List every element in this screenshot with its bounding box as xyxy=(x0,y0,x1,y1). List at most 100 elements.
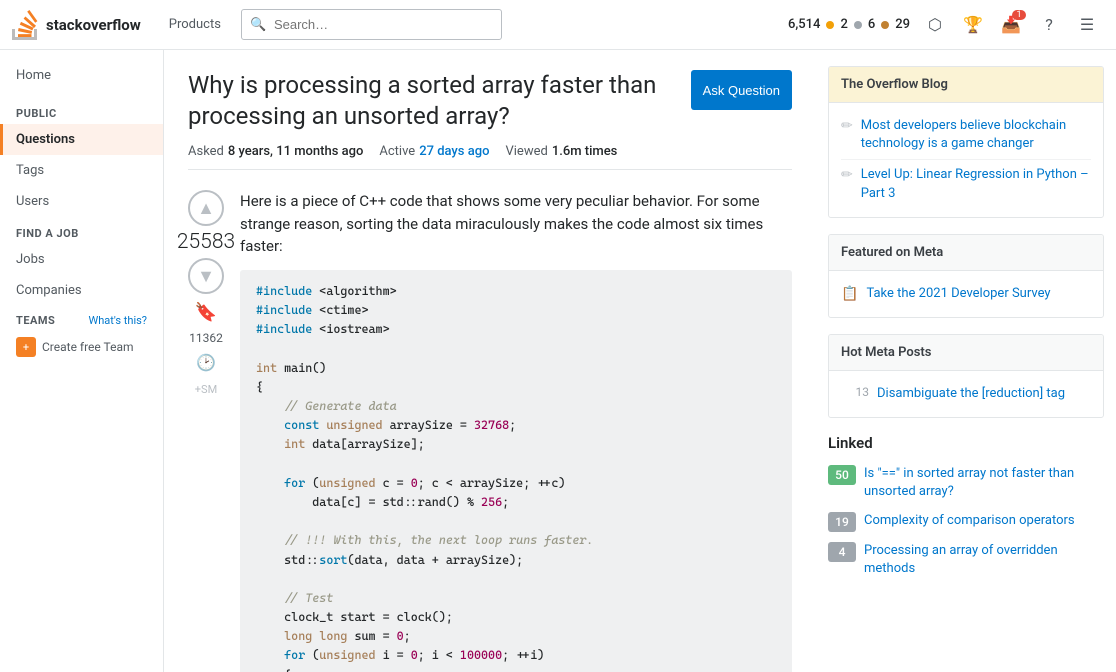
history-button[interactable]: 🕑 xyxy=(192,349,220,377)
sidebar-questions-label: Questions xyxy=(16,132,75,147)
logo[interactable]: stackoverflow xyxy=(12,10,141,40)
question-body: ▲ 25583 ▼ 🔖 11362 🕑 +SM Here is a piece … xyxy=(188,190,792,672)
bookmark-count: 11362 xyxy=(189,331,223,345)
overflow-blog-header: The Overflow Blog xyxy=(829,67,1103,103)
sidebar-item-jobs[interactable]: Jobs xyxy=(0,244,163,275)
featured-meta-header: Featured on Meta xyxy=(829,235,1103,271)
ask-question-button[interactable]: Ask Question xyxy=(691,70,792,110)
sidebar-jobs-label: Jobs xyxy=(16,252,45,267)
overflow-blog-body: ✏ Most developers believe blockchain tec… xyxy=(829,103,1103,217)
menu-icon[interactable]: ☰ xyxy=(1070,8,1104,42)
pencil-icon-0: ✏ xyxy=(841,118,853,134)
post-text: Here is a piece of C++ code that shows s… xyxy=(240,190,792,258)
sidebar-teams-label: TEAMS xyxy=(16,314,55,327)
question-header: Why is processing a sorted array faster … xyxy=(188,70,792,132)
linked-badge-2: 4 xyxy=(828,542,856,562)
inbox-badge: 1 xyxy=(1012,10,1026,20)
question-title: Why is processing a sorted array faster … xyxy=(188,70,675,132)
blog-item-text-0[interactable]: Most developers believe blockchain techn… xyxy=(861,117,1091,153)
achievements-icon[interactable]: ⬡ xyxy=(918,8,952,42)
hot-item-0: 13 Disambiguate the [reduction] tag xyxy=(841,379,1091,409)
linked-item-2: 4 Processing an array of overridden meth… xyxy=(828,537,1104,583)
meta-active-link[interactable]: 27 days ago xyxy=(419,144,489,159)
reputation-badge[interactable]: 6,514 2 6 29 xyxy=(788,17,910,32)
blog-item-text-1[interactable]: Level Up: Linear Regression in Python – … xyxy=(861,166,1091,202)
main-area: Home PUBLIC Questions Tags Users FIND A … xyxy=(0,50,1116,672)
hot-item-num-0: 13 xyxy=(841,385,869,399)
linked-text-1[interactable]: Complexity of comparison operators xyxy=(864,512,1075,530)
meta-asked: Asked 8 years, 11 months ago xyxy=(188,144,363,159)
sidebar-home-label: Home xyxy=(16,68,51,83)
featured-item-0: 📋 Take the 2021 Developer Survey xyxy=(841,279,1091,309)
help-icon[interactable]: ? xyxy=(1032,8,1066,42)
pencil-icon-1: ✏ xyxy=(841,167,853,183)
featured-meta-card: Featured on Meta 📋 Take the 2021 Develop… xyxy=(828,234,1104,318)
blog-item-1: ✏ Level Up: Linear Regression in Python … xyxy=(841,160,1091,208)
logo-icon xyxy=(12,10,42,40)
search-bar: 🔍 xyxy=(241,9,503,40)
bronze-badge xyxy=(881,21,889,29)
sidebar-item-users[interactable]: Users xyxy=(0,186,163,217)
bronze-count: 29 xyxy=(895,17,910,32)
silver-count: 6 xyxy=(868,17,875,32)
featured-item-text-0[interactable]: Take the 2021 Developer Survey xyxy=(866,285,1050,303)
nav-icons: 6,514 2 6 29 ⬡ 🏆 📥 1 ? ☰ xyxy=(788,8,1104,42)
linked-badge-1: 19 xyxy=(828,512,856,532)
linked-text-0[interactable]: Is "==" in sorted array not faster than … xyxy=(864,465,1104,501)
downvote-button[interactable]: ▼ xyxy=(188,258,224,294)
app-container: stackoverflow Products 🔍 6,514 2 6 29 ⬡ … xyxy=(0,0,1116,672)
sidebar-item-companies[interactable]: Companies xyxy=(0,275,163,306)
gold-count: 2 xyxy=(840,17,847,32)
hot-item-text-0[interactable]: Disambiguate the [reduction] tag xyxy=(877,385,1065,403)
top-nav: stackoverflow Products 🔍 6,514 2 6 29 ⬡ … xyxy=(0,0,1116,50)
search-input[interactable] xyxy=(241,9,503,40)
hot-meta-header: Hot Meta Posts xyxy=(829,335,1103,371)
create-team-button[interactable]: + Create free Team xyxy=(0,331,163,363)
linked-item-0: 50 Is "==" in sorted array not faster th… xyxy=(828,460,1104,506)
blog-item-0: ✏ Most developers believe blockchain tec… xyxy=(841,111,1091,160)
meta-viewed-label: Viewed xyxy=(505,144,547,159)
vote-count: 25583 xyxy=(177,230,235,254)
sidebar-item-home[interactable]: Home xyxy=(0,60,163,91)
sidebar-public-label: PUBLIC xyxy=(0,97,163,124)
hot-meta-body: 13 Disambiguate the [reduction] tag xyxy=(829,371,1103,417)
meta-asked-value: 8 years, 11 months ago xyxy=(228,144,363,159)
meta-viewed-value: 1.6m times xyxy=(552,144,618,159)
main-content: Why is processing a sorted array faster … xyxy=(164,50,816,672)
vote-column: ▲ 25583 ▼ 🔖 11362 🕑 +SM xyxy=(188,190,224,672)
teams-row: TEAMS What's this? xyxy=(0,306,163,331)
featured-meta-body: 📋 Take the 2021 Developer Survey xyxy=(829,271,1103,317)
upvote-button[interactable]: ▲ xyxy=(188,190,224,226)
jobs-icon[interactable]: 🏆 xyxy=(956,8,990,42)
overflow-blog-card: The Overflow Blog ✏ Most developers beli… xyxy=(828,66,1104,218)
sidebar-tags-label: Tags xyxy=(16,163,44,178)
share-meta-button[interactable]: +SM xyxy=(193,381,219,398)
sidebar-item-tags[interactable]: Tags xyxy=(0,155,163,186)
code-block: #include <algorithm> #include <ctime> #i… xyxy=(240,270,792,672)
post-body: Here is a piece of C++ code that shows s… xyxy=(240,190,792,672)
question-meta: Asked 8 years, 11 months ago Active 27 d… xyxy=(188,144,792,170)
search-icon: 🔍 xyxy=(250,17,266,32)
meta-active-value: 27 days ago xyxy=(419,144,489,159)
sidebar-companies-label: Companies xyxy=(16,283,82,298)
linked-item-1: 19 Complexity of comparison operators xyxy=(828,507,1104,537)
whats-this-link[interactable]: What's this? xyxy=(88,314,147,327)
sidebar-find-job-label: FIND A JOB xyxy=(0,217,163,244)
meta-active-label: Active xyxy=(379,144,415,159)
linked-badge-0: 50 xyxy=(828,465,856,485)
bookmark-button[interactable]: 🔖 xyxy=(191,298,221,327)
meta-active: Active 27 days ago xyxy=(379,144,489,159)
products-menu[interactable]: Products xyxy=(161,13,229,36)
create-team-icon: + xyxy=(16,337,36,357)
create-team-text: Create free Team xyxy=(42,340,134,354)
logo-text: stackoverflow xyxy=(46,16,141,34)
silver-badge xyxy=(854,21,862,29)
right-sidebar: The Overflow Blog ✏ Most developers beli… xyxy=(816,50,1116,672)
linked-text-2[interactable]: Processing an array of overridden method… xyxy=(864,542,1104,578)
sidebar-item-questions[interactable]: Questions xyxy=(0,124,163,155)
survey-icon: 📋 xyxy=(841,286,858,302)
reputation-value: 6,514 xyxy=(788,17,820,32)
linked-section: Linked 50 Is "==" in sorted array not fa… xyxy=(828,434,1104,583)
meta-viewed: Viewed 1.6m times xyxy=(505,144,617,159)
inbox-icon[interactable]: 📥 1 xyxy=(994,8,1028,42)
